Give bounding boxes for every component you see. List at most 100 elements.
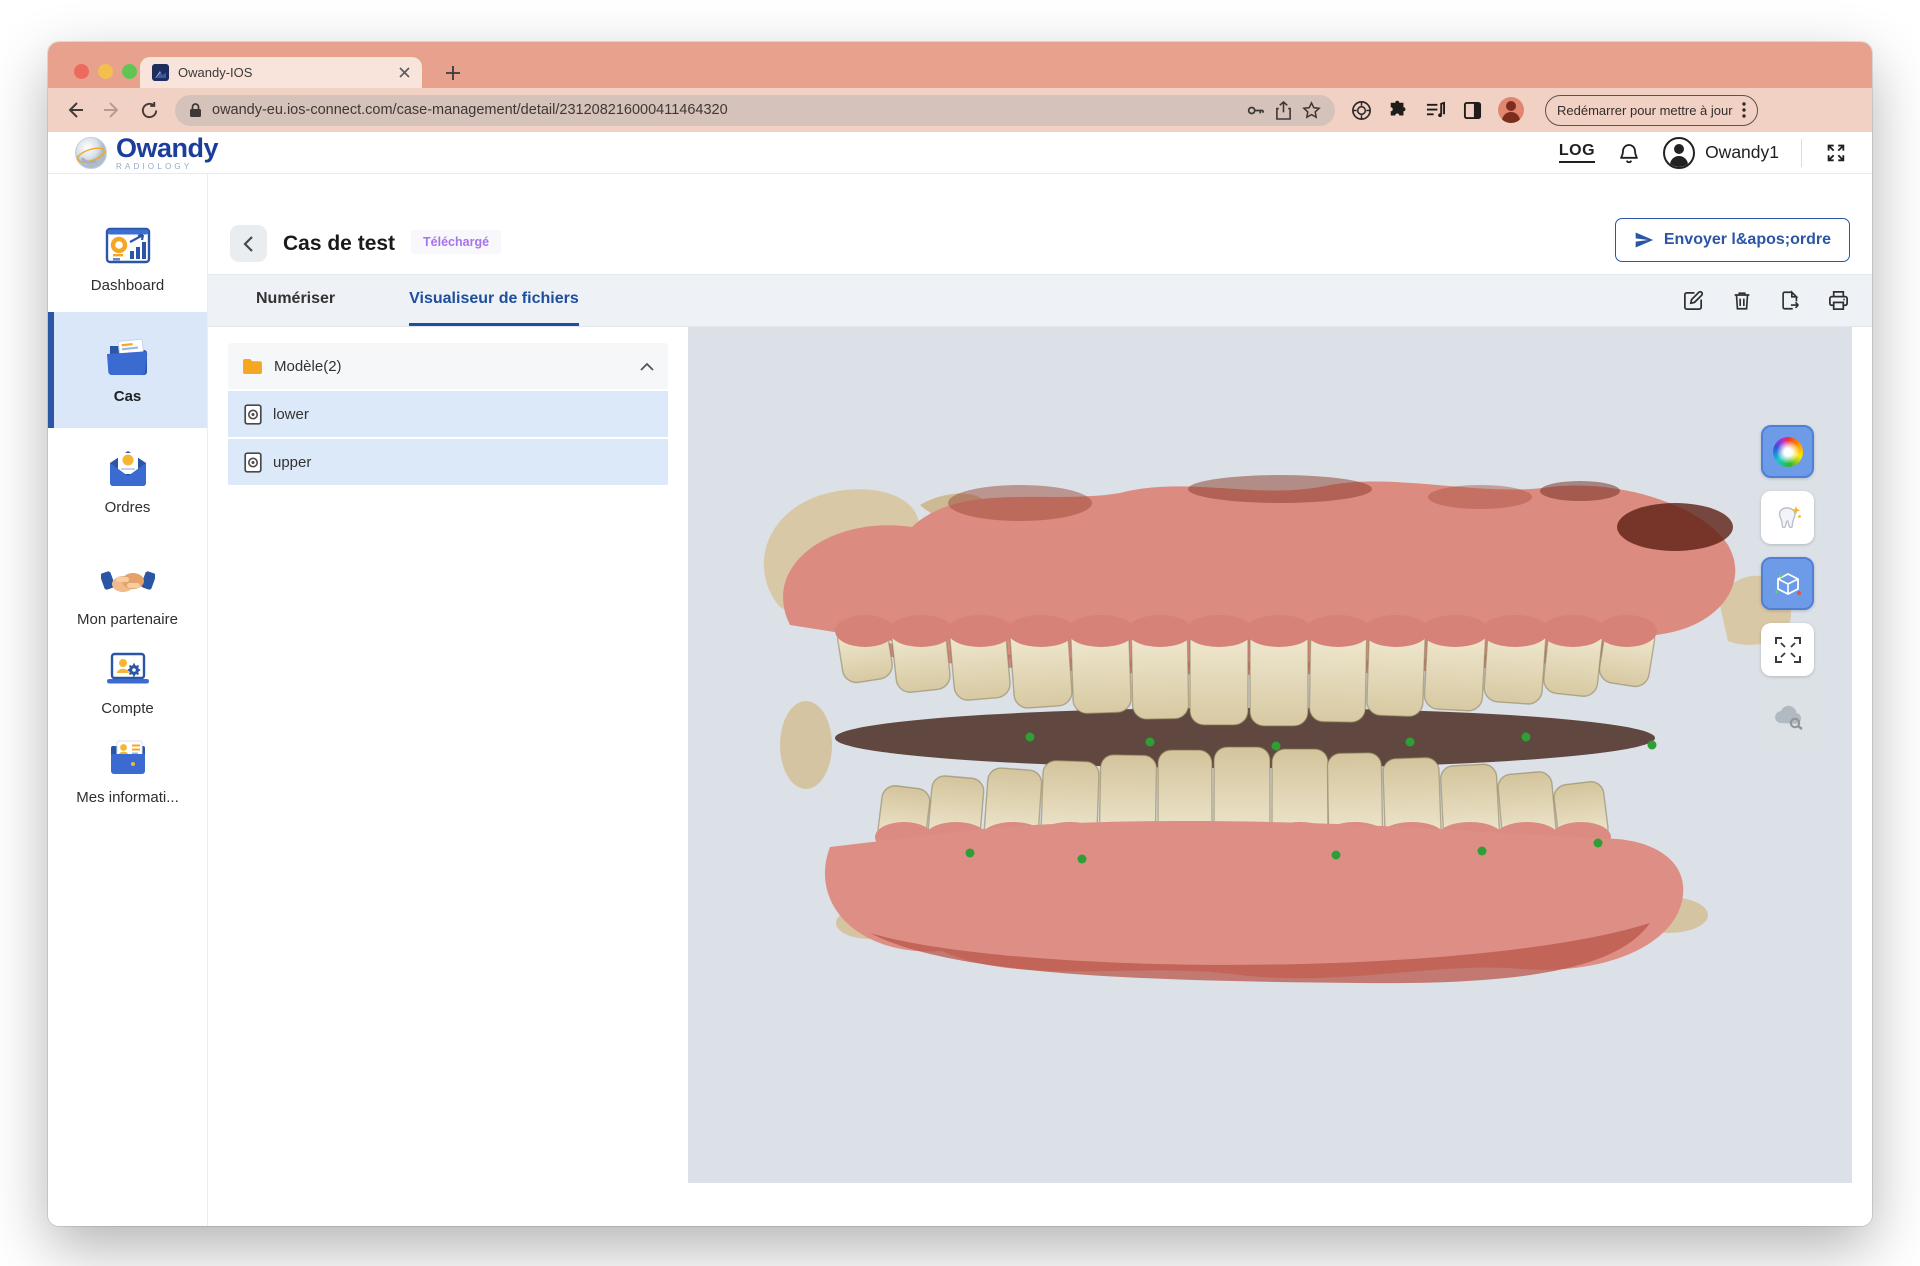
logo-name: Owandy [116, 135, 218, 162]
bookmark-star-icon[interactable] [1302, 101, 1321, 120]
notifications-bell-icon[interactable] [1617, 141, 1641, 165]
sidebar-item-label: Mes informati... [76, 789, 179, 806]
owandy-logo: Owandy RADIOLOGY [72, 134, 218, 172]
account-laptop-icon [103, 651, 153, 691]
traffic-lights [74, 64, 137, 79]
cases-folder-icon [103, 335, 153, 379]
clean-tooth-button[interactable] [1761, 491, 1814, 544]
orders-envelope-icon [104, 448, 152, 490]
3d-view-button[interactable] [1761, 557, 1814, 610]
bottom-strip [208, 1183, 1872, 1226]
log-link[interactable]: LOG [1559, 142, 1595, 163]
browser-window: Owandy-IOS owandy-eu.ios-connect.com/cas… [48, 42, 1872, 1226]
sidebar-gap [48, 526, 207, 552]
send-order-label: Envoyer l&apos;ordre [1664, 231, 1831, 249]
sidebar-item-label: Ordres [105, 499, 151, 516]
sidebar-item-label: Cas [114, 388, 142, 405]
sidebar-item-compte[interactable]: Compte [48, 640, 207, 728]
update-button-label: Redémarrer pour mettre à jour [1557, 103, 1733, 118]
file-name: lower [273, 406, 309, 423]
header-divider [1801, 139, 1802, 167]
lock-icon [189, 103, 202, 118]
color-sphere-icon [1773, 437, 1803, 467]
tree-file-lower[interactable]: lower [228, 391, 668, 437]
case-title: Cas de test [283, 232, 395, 262]
tooth-sparkle-icon [1772, 502, 1804, 534]
extension-globe-icon[interactable] [1350, 99, 1372, 121]
model-file-icon [244, 404, 262, 425]
new-tab-button[interactable] [440, 60, 466, 86]
kebab-menu-icon [1742, 102, 1746, 118]
sidebar-item-mes-informations[interactable]: Mes informati... [48, 728, 207, 816]
file-tree-panel: Modèle(2) lower upper [208, 327, 688, 1183]
edit-case-icon[interactable] [1682, 289, 1705, 312]
file-name: upper [273, 454, 311, 471]
case-header: Cas de test Téléchargé Envoyer l&apos;or… [208, 174, 1872, 274]
print-icon[interactable] [1827, 289, 1850, 312]
app-header: Owandy RADIOLOGY LOG Owandy1 [48, 132, 1872, 174]
minimize-window-button[interactable] [98, 64, 113, 79]
logo-subtext: RADIOLOGY [116, 163, 218, 171]
url-text: owandy-eu.ios-connect.com/case-managemen… [212, 102, 1236, 118]
main-content: Cas de test Téléchargé Envoyer l&apos;or… [208, 174, 1872, 1226]
dashboard-icon [104, 226, 152, 268]
address-bar[interactable]: owandy-eu.ios-connect.com/case-managemen… [175, 95, 1335, 126]
sidebar-nav: Dashboard Cas Ordres [48, 174, 208, 1226]
tree-folder-label: Modèle(2) [274, 358, 629, 375]
tree-file-upper[interactable]: upper [228, 439, 668, 485]
model-file-icon [244, 452, 262, 473]
zoom-window-button[interactable] [122, 64, 137, 79]
cloud-disabled-icon [1771, 702, 1805, 730]
extensions-puzzle-icon[interactable] [1387, 99, 1409, 121]
browser-toolbar: owandy-eu.ios-connect.com/case-managemen… [48, 88, 1872, 132]
chevron-up-icon[interactable] [640, 362, 654, 371]
fullscreen-icon[interactable] [1824, 141, 1848, 165]
browser-update-button[interactable]: Redémarrer pour mettre à jour [1545, 95, 1758, 126]
browser-tab[interactable]: Owandy-IOS [140, 57, 422, 88]
color-mode-button[interactable] [1761, 425, 1814, 478]
viewer-toolbar [1761, 425, 1814, 742]
side-panel-icon[interactable] [1461, 99, 1483, 121]
back-button[interactable] [230, 225, 267, 262]
dental-3d-model [720, 445, 1800, 1005]
close-window-button[interactable] [74, 64, 89, 79]
tabs-row: Numériser Visualiseur de fichiers [208, 274, 1872, 327]
owandy-globe-icon [72, 134, 110, 172]
content-row: Modèle(2) lower upper [208, 327, 1872, 1183]
export-file-icon[interactable] [1779, 289, 1801, 312]
tab-favicon-icon [152, 64, 169, 81]
fit-to-screen-button[interactable] [1761, 623, 1814, 676]
user-avatar[interactable] [1663, 137, 1695, 169]
sidebar-item-cas[interactable]: Cas [48, 312, 207, 428]
password-key-icon[interactable] [1246, 101, 1265, 120]
send-order-button[interactable]: Envoyer l&apos;ordre [1615, 218, 1850, 262]
tree-folder-header[interactable]: Modèle(2) [228, 343, 668, 389]
reading-list-icon[interactable] [1424, 99, 1446, 121]
folder-icon [242, 358, 263, 375]
cloud-tool-button[interactable] [1761, 689, 1814, 742]
status-badge: Téléchargé [411, 230, 501, 254]
partner-handshake-icon [101, 564, 155, 602]
my-info-folder-icon [105, 738, 151, 780]
tab-visualiseur-de-fichiers[interactable]: Visualiseur de fichiers [409, 275, 579, 326]
tab-title: Owandy-IOS [178, 65, 390, 80]
3d-viewer-canvas[interactable] [688, 327, 1852, 1183]
tab-numeriser[interactable]: Numériser [256, 275, 335, 326]
fit-screen-icon [1773, 635, 1803, 665]
username[interactable]: Owandy1 [1705, 142, 1779, 163]
back-icon[interactable] [64, 99, 86, 121]
sidebar-item-label: Dashboard [91, 277, 164, 294]
sidebar-item-mon-partenaire[interactable]: Mon partenaire [48, 552, 207, 640]
delete-trash-icon[interactable] [1731, 289, 1753, 312]
sidebar-item-label: Mon partenaire [77, 611, 178, 628]
cube-3d-axes-icon [1772, 568, 1804, 600]
browser-profile-avatar[interactable] [1498, 97, 1524, 123]
reload-icon[interactable] [138, 99, 160, 121]
tab-close-icon[interactable] [399, 67, 410, 78]
share-icon[interactable] [1275, 101, 1292, 120]
sidebar-item-ordres[interactable]: Ordres [48, 438, 207, 526]
sidebar-item-dashboard[interactable]: Dashboard [48, 216, 207, 304]
forward-icon[interactable] [101, 99, 123, 121]
browser-tab-strip: Owandy-IOS [48, 42, 1872, 88]
sidebar-item-label: Compte [101, 700, 154, 717]
